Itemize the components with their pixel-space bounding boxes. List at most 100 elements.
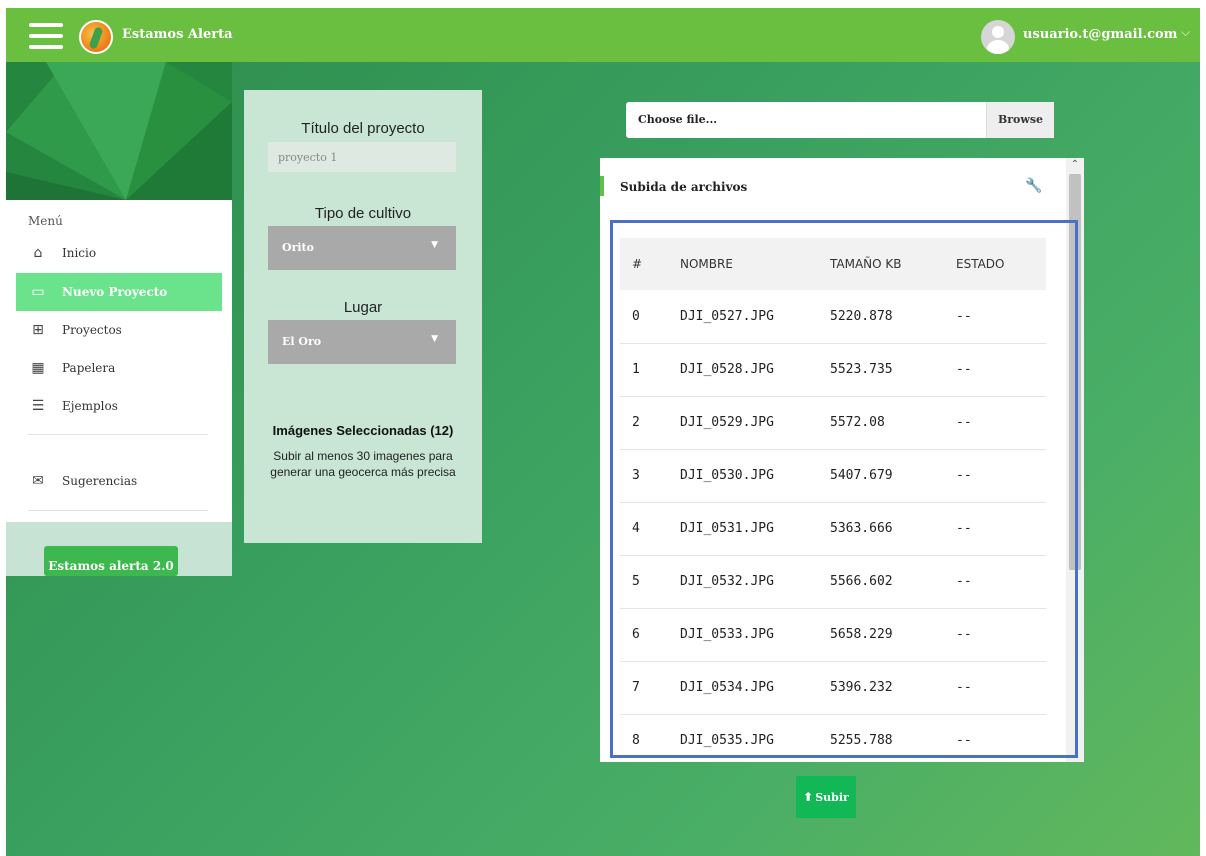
cell-size: 5566.602: [818, 555, 944, 609]
sidebar-item-label: Papelera: [62, 361, 116, 375]
cell-name: DJI_0530.JPG: [668, 449, 818, 503]
selected-images-heading: Imágenes Seleccionadas (12): [272, 423, 454, 438]
cell-size: 5523.735: [818, 343, 944, 397]
wrench-icon[interactable]: 🔧: [1025, 178, 1042, 194]
cell-name: DJI_0532.JPG: [668, 555, 818, 609]
crop-type-select[interactable]: Orito ▼: [268, 226, 456, 270]
sidebar-item-label: Proyectos: [62, 323, 122, 337]
cell-status: --: [944, 343, 1046, 397]
divider: [28, 510, 208, 511]
cell-name: DJI_0531.JPG: [668, 502, 818, 556]
cell-index: 1: [620, 343, 668, 397]
cell-index: 0: [620, 290, 668, 344]
top-bar: Estamos Alerta usuario.t@gmail.com ⌵: [6, 8, 1200, 62]
cell-index: 4: [620, 502, 668, 556]
cell-size: 5658.229: [818, 608, 944, 662]
cell-name: DJI_0535.JPG: [668, 714, 818, 762]
place-select[interactable]: El Oro ▼: [268, 320, 456, 364]
upload-hint: Subir al menos 30 imagenes para generar …: [270, 449, 456, 479]
cell-size: 5572.08: [818, 396, 944, 450]
cell-index: 8: [620, 714, 668, 762]
sidebar-item-proyectos[interactable]: ⊞ Proyectos: [16, 311, 222, 349]
cell-name: DJI_0528.JPG: [668, 343, 818, 397]
cell-index: 6: [620, 608, 668, 662]
sidebar-item-label: Sugerencias: [62, 474, 138, 488]
cell-name: DJI_0533.JPG: [668, 608, 818, 662]
cell-size: 5407.679: [818, 449, 944, 503]
column-header-index: #: [620, 238, 668, 290]
table-row: 2 DJI_0529.JPG 5572.08 --: [620, 396, 1046, 450]
browse-button[interactable]: Browse: [986, 102, 1054, 138]
file-chooser[interactable]: Choose file... Browse: [626, 102, 1054, 138]
cell-status: --: [944, 555, 1046, 609]
sidebar-item-papelera[interactable]: ▦ Papelera: [16, 349, 222, 387]
crop-type-label: Tipo de cultivo: [314, 205, 412, 222]
column-header-size: TAMAÑO KB: [818, 238, 944, 290]
divider: [28, 434, 208, 435]
table-row: 7 DJI_0534.JPG 5396.232 --: [620, 661, 1046, 715]
trash-grid-icon: ▦: [31, 360, 45, 376]
mail-icon: ✉: [32, 473, 44, 489]
table-row: 4 DJI_0531.JPG 5363.666 --: [620, 502, 1046, 556]
caret-down-icon: ▼: [431, 240, 438, 250]
card-accent: [600, 176, 604, 196]
estamos-alerta-2-button[interactable]: Estamos alerta 2.0: [44, 546, 178, 576]
cell-size: 5363.666: [818, 502, 944, 556]
files-table: # NOMBRE TAMAÑO KB ESTADO 0 DJI_0527.JPG 5…: [620, 238, 1046, 762]
project-title-label: Título del proyecto: [301, 120, 425, 137]
table-row: 0 DJI_0527.JPG 5220.878 --: [620, 290, 1046, 344]
app-window: Estamos Alerta usuario.t@gmail.com ⌵ Men…: [6, 8, 1200, 856]
crop-type-value: Orito: [282, 241, 314, 254]
sidebar-item-ejemplos[interactable]: ☰ Ejemplos: [16, 387, 222, 425]
subir-label: Subir: [815, 791, 849, 804]
place-label: Lugar: [343, 299, 383, 316]
cell-index: 7: [620, 661, 668, 715]
cell-size: 5255.788: [818, 714, 944, 762]
cell-status: --: [944, 608, 1046, 662]
table-scrollbar[interactable]: ⌃: [1066, 158, 1084, 762]
sidebar-item-label: Nuevo Proyecto: [62, 285, 168, 299]
file-chooser-placeholder: Choose file...: [638, 113, 718, 126]
hamburger-menu-icon[interactable]: [29, 23, 63, 49]
caret-down-icon: ▼: [431, 334, 438, 344]
user-avatar[interactable]: [981, 20, 1015, 54]
chevron-down-icon[interactable]: ⌵: [1181, 25, 1190, 40]
table-row: 3 DJI_0530.JPG 5407.679 --: [620, 449, 1046, 503]
sidebar-item-label: Inicio: [62, 246, 97, 260]
sidebar-item-inicio[interactable]: ⌂ Inicio: [16, 234, 222, 272]
table-row: 1 DJI_0528.JPG 5523.735 --: [620, 343, 1046, 397]
cell-name: DJI_0534.JPG: [668, 661, 818, 715]
sidebar-item-sugerencias[interactable]: ✉ Sugerencias: [16, 462, 222, 500]
project-title-input[interactable]: [268, 142, 456, 172]
project-form-panel: Título del proyecto Tipo de cultivo Orit…: [244, 90, 482, 543]
table-header-row: # NOMBRE TAMAÑO KB ESTADO: [620, 238, 1046, 290]
cell-status: --: [944, 661, 1046, 715]
scrollbar-thumb[interactable]: [1069, 174, 1081, 570]
column-header-name: NOMBRE: [668, 238, 818, 290]
scroll-up-icon[interactable]: ⌃: [1066, 158, 1084, 172]
cell-index: 2: [620, 396, 668, 450]
brand-name: Estamos Alerta: [122, 27, 233, 42]
cell-name: DJI_0529.JPG: [668, 396, 818, 450]
sidebar: Menú ⌂ Inicio ▭ Nuevo Proyecto ⊞ Proyect…: [6, 62, 232, 576]
cell-index: 5: [620, 555, 668, 609]
user-email[interactable]: usuario.t@gmail.com: [1023, 27, 1177, 42]
home-icon: ⌂: [33, 245, 43, 261]
brand-logo-icon: [79, 20, 113, 54]
cell-size: 5396.232: [818, 661, 944, 715]
sidebar-item-label: Ejemplos: [62, 399, 118, 413]
place-value: El Oro: [282, 335, 322, 348]
cell-index: 3: [620, 449, 668, 503]
sidebar-footer: Estamos alerta 2.0: [6, 522, 232, 576]
list-icon: ☰: [31, 398, 45, 414]
subir-button[interactable]: ⬆ Subir: [796, 776, 856, 818]
sidebar-item-nuevo-proyecto[interactable]: ▭ Nuevo Proyecto: [16, 273, 222, 311]
grid-icon: ⊞: [32, 322, 44, 338]
upload-card-title: Subida de archivos: [620, 180, 748, 194]
table-row: 8 DJI_0535.JPG 5255.788 --: [620, 714, 1046, 762]
cell-status: --: [944, 502, 1046, 556]
table-row: 6 DJI_0533.JPG 5658.229 --: [620, 608, 1046, 662]
upload-card: Subida de archivos 🔧 # NOMBRE TAMAÑO KB …: [600, 158, 1084, 762]
new-project-icon: ▭: [31, 284, 45, 300]
cell-size: 5220.878: [818, 290, 944, 344]
